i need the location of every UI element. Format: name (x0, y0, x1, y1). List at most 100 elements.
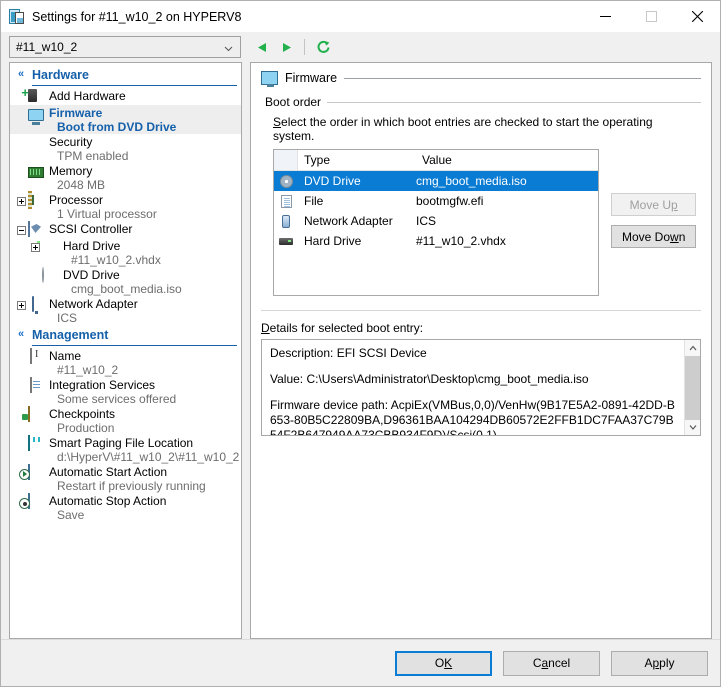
back-button[interactable] (251, 36, 273, 58)
sidebar-item-network-adapter[interactable]: Network Adapter ICS (10, 296, 241, 325)
sidebar-item-label: Security (49, 135, 93, 149)
chevron-up-icon[interactable] (685, 340, 700, 356)
sidebar-item-label: SCSI Controller (49, 222, 133, 236)
collapse-chevron-icon: « (17, 328, 25, 340)
boot-entry-details-box[interactable]: Description: EFI SCSI Device Value: C:\U… (261, 339, 701, 436)
sidebar-item-processor[interactable]: Processor 1 Virtual processor (10, 191, 241, 221)
sidebar-item-smart-paging-file-location[interactable]: Smart Paging File Location d:\HyperV\#11… (10, 435, 241, 464)
sidebar-item-integration-services[interactable]: Integration Services Some services offer… (10, 377, 241, 406)
boot-entry-type: DVD Drive (304, 174, 361, 188)
cancel-accel: a (541, 656, 549, 670)
boot-order-legend: Boot order (265, 95, 322, 109)
sidebar-item-sublabel: Save (57, 508, 85, 522)
boot-entry-value: cmg_boot_media.iso (416, 174, 527, 188)
dvd-drive-icon (42, 267, 58, 284)
forward-button[interactable] (275, 36, 297, 58)
processor-icon (28, 191, 44, 209)
expander-placeholder (14, 436, 28, 452)
boot-entry-value: ICS (416, 214, 437, 228)
sidebar-item-sublabel: 1 Virtual processor (57, 207, 157, 221)
settings-vm-icon (9, 8, 25, 25)
boot-entry-details-text: Description: EFI SCSI Device Value: C:\U… (262, 340, 684, 435)
boot-order-list-header: Type Value (274, 150, 598, 171)
sidebar-item-sublabel: #11_w10_2.vhdx (71, 253, 161, 267)
sidebar-item-sublabel: Restart if previously running (57, 479, 206, 493)
move-buttons-group: Move Up Move Do w n (611, 149, 697, 248)
apply-label: A (644, 656, 653, 670)
column-header-type: Type (304, 153, 331, 167)
sidebar-item-dvd-drive[interactable]: DVD Drive cmg_boot_media.iso (10, 267, 241, 296)
navigation-buttons (251, 36, 334, 58)
boot-order-list[interactable]: Type Value DVD Drive cmg_boot_media.iso … (273, 149, 599, 296)
table-row[interactable]: File bootmgfw.efi (274, 191, 598, 211)
sidebar-item-add-hardware[interactable]: Add Hardware (10, 88, 241, 105)
toolbar-separator (304, 39, 305, 55)
move-up-button[interactable]: Move Up (611, 193, 697, 216)
sidebar-item-security[interactable]: Security TPM enabled (10, 134, 241, 163)
sidebar-item-label: DVD Drive (63, 268, 120, 282)
boot-order-help-text: Select the order in which boot entries a… (273, 115, 697, 143)
move-up-label: Move U (629, 197, 672, 212)
expand-network-adapter-button[interactable] (14, 297, 28, 313)
page-title: Firmware (285, 71, 338, 85)
table-row[interactable]: Network Adapter ICS (274, 211, 598, 231)
sidebar-item-firmware[interactable]: Firmware Boot from DVD Drive (10, 105, 241, 134)
window-title: Settings for #11_w10_2 on HYPERV8 (32, 9, 242, 24)
title-bar: Settings for #11_w10_2 on HYPERV8 (1, 1, 720, 32)
expander-placeholder (14, 378, 28, 394)
sidebar-item-sublabel: Boot from DVD Drive (57, 120, 177, 134)
sidebar-item-label: Name (49, 349, 82, 363)
scrollbar-track[interactable] (685, 356, 700, 420)
maximize-button[interactable] (628, 1, 674, 32)
sidebar-item-automatic-start-action[interactable]: Automatic Start Action Restart if previo… (10, 464, 241, 493)
collapse-chevron-icon: « (17, 68, 25, 80)
cancel-button[interactable]: Ca ncel (503, 650, 600, 676)
sidebar-group-label: Hardware (32, 67, 89, 82)
checkpoints-icon (28, 406, 44, 423)
sidebar-item-checkpoints[interactable]: Checkpoints Production (10, 406, 241, 435)
minimize-button[interactable] (582, 1, 628, 32)
sidebar-item-sublabel: cmg_boot_media.iso (71, 282, 182, 296)
boot-entry-value: bootmgfw.efi (416, 194, 484, 208)
sidebar-item-hard-drive[interactable]: Hard Drive #11_w10_2.vhdx (10, 238, 241, 267)
settings-navigation-tree[interactable]: « Hardware Add Hardware Firmware Boot fr… (9, 62, 242, 639)
refresh-button[interactable] (312, 36, 334, 58)
details-label-accel: D (261, 321, 270, 335)
sidebar-item-sublabel: #11_w10_2 (57, 363, 119, 377)
firmware-settings-panel: Firmware Boot order Select the order in … (250, 62, 712, 639)
add-hardware-icon (28, 89, 44, 105)
ok-button[interactable]: OK (395, 650, 492, 676)
sidebar-item-label: Checkpoints (49, 407, 116, 421)
header-divider (344, 77, 701, 79)
collapse-scsi-button[interactable] (14, 222, 28, 238)
boot-entry-type: Hard Drive (304, 234, 362, 248)
details-scrollbar[interactable] (684, 340, 700, 435)
network-adapter-icon (274, 214, 298, 228)
sidebar-group-management[interactable]: « Management (10, 325, 241, 344)
vm-selector-combobox[interactable]: #11_w10_2 (9, 36, 241, 58)
close-button[interactable] (674, 1, 720, 32)
section-divider (261, 310, 701, 311)
details-label: Details for selected boot entry: (261, 321, 701, 335)
scrollbar-thumb[interactable] (685, 356, 700, 420)
boot-entry-type: Network Adapter (304, 214, 393, 228)
sidebar-item-name[interactable]: Name #11_w10_2 (10, 348, 241, 377)
sidebar-item-scsi-controller[interactable]: SCSI Controller (10, 221, 241, 238)
apply-suffix: ply (659, 656, 675, 670)
memory-icon (28, 164, 44, 180)
expand-processor-button[interactable] (14, 193, 28, 209)
sidebar-group-hardware[interactable]: « Hardware (10, 65, 241, 84)
apply-button[interactable]: Ap ply (611, 650, 708, 676)
boot-entry-value: #11_w10_2.vhdx (416, 234, 506, 248)
sidebar-item-memory[interactable]: Memory 2048 MB (10, 163, 241, 192)
move-down-button[interactable]: Move Do w n (611, 225, 697, 248)
file-icon (274, 194, 298, 208)
sidebar-group-label: Management (32, 327, 109, 342)
table-row[interactable]: Hard Drive #11_w10_2.vhdx (274, 231, 598, 251)
sidebar-item-automatic-stop-action[interactable]: Automatic Stop Action Save (10, 493, 241, 522)
hard-drive-icon (274, 237, 298, 245)
table-row[interactable]: DVD Drive cmg_boot_media.iso (274, 171, 598, 191)
fieldset-divider (327, 101, 701, 103)
vm-selector-value: #11_w10_2 (16, 40, 78, 54)
chevron-down-icon[interactable] (685, 419, 700, 435)
